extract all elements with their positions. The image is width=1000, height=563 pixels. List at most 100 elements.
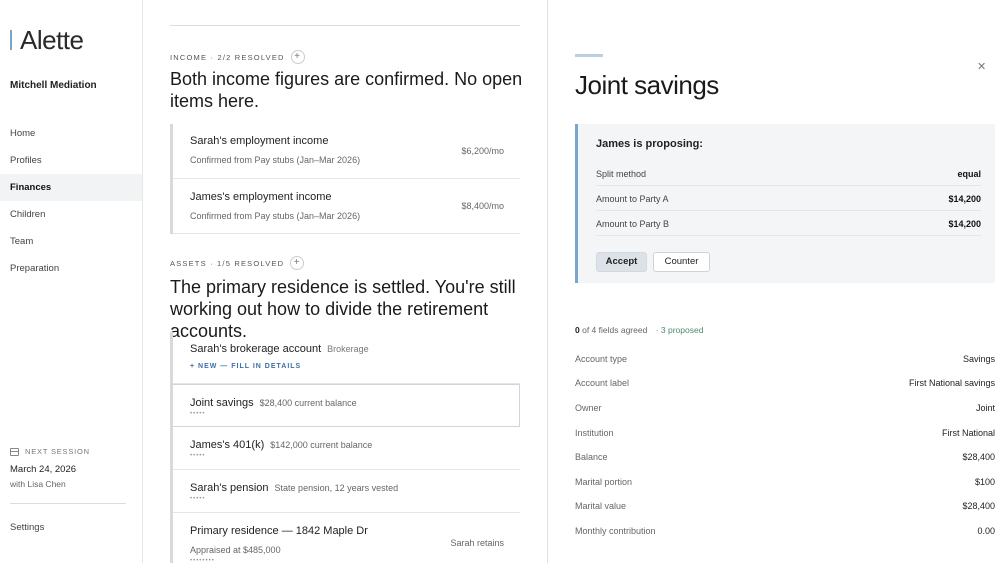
- sidebar-item-settings[interactable]: Settings: [10, 522, 44, 533]
- field-row[interactable]: Institution First National: [575, 423, 995, 447]
- assets-section-label: ASSETS · 1/5 RESOLVED +: [170, 256, 305, 270]
- assets-list: Sarah's brokerage account Brokerage + NEW…: [170, 332, 520, 563]
- field-row[interactable]: Marital portion $100: [575, 472, 995, 496]
- field-row[interactable]: Account type Savings: [575, 349, 995, 373]
- agreed-text: of 4 fields agreed: [582, 325, 648, 335]
- field-row[interactable]: Account label First National savings: [575, 373, 995, 397]
- item-title: Sarah's brokerage account Brokerage: [190, 343, 369, 355]
- item-subtitle: Confirmed from Pay stubs (Jan–Mar 2026): [190, 211, 361, 221]
- add-income-button[interactable]: +: [290, 50, 305, 64]
- item-title: Joint savings $28,400 current balance: [190, 397, 357, 409]
- field-value: $100: [974, 477, 995, 487]
- field-value: Savings: [962, 354, 995, 364]
- item-title: Sarah's employment income: [190, 135, 329, 147]
- progress-dots: ••••••••: [190, 558, 215, 563]
- item-status: Sarah retains: [450, 538, 504, 548]
- next-session: NEXT SESSION March 24, 2026 with Lisa Ch…: [10, 447, 126, 489]
- next-session-label: NEXT SESSION: [25, 447, 90, 456]
- proposal-field: Split method: [596, 169, 647, 179]
- divider: [170, 25, 520, 26]
- sidebar-item-profiles[interactable]: Profiles: [0, 147, 142, 174]
- item-title: James's 401(k) $142,000 current balance: [190, 439, 372, 451]
- field-row[interactable]: Owner Joint: [575, 398, 995, 422]
- income-headline: Both income figures are confirmed. No op…: [170, 69, 523, 111]
- proposal-value: $14,200: [948, 219, 981, 229]
- proposal-row: Amount to Party B $14,200: [596, 211, 981, 236]
- item-amount: $6,200/mo: [461, 146, 504, 156]
- item-title: Sarah's pension State pension, 12 years v…: [190, 482, 398, 494]
- logo-bar: [10, 30, 12, 50]
- agreement-status: 0 of 4 fields agreed · 3 proposed: [575, 325, 703, 335]
- field-row[interactable]: Monthly contribution 0.00: [575, 521, 995, 545]
- proposal-row: Split method equal: [596, 161, 981, 186]
- proposed-count: · 3 proposed: [655, 325, 704, 335]
- agreed-count: 0: [575, 325, 580, 335]
- sidebar-item-team[interactable]: Team: [0, 228, 142, 255]
- detail-panel: Joint savings ✕ James is proposing: Spli…: [547, 0, 1000, 563]
- proposal-heading: James is proposing:: [596, 138, 703, 150]
- proposal-field: Amount to Party B: [596, 219, 670, 229]
- accept-button[interactable]: Accept: [596, 252, 647, 272]
- list-item[interactable]: James's 401(k) $142,000 current balance •…: [173, 427, 520, 470]
- item-subtitle: Appraised at $485,000: [190, 545, 281, 555]
- app-logo[interactable]: Alette: [10, 24, 84, 55]
- sidebar: Alette Mitchell Mediation Home Profiles …: [0, 0, 143, 563]
- income-section-status: INCOME · 2/2 RESOLVED: [170, 52, 285, 62]
- field-value: 0.00: [977, 526, 995, 536]
- proposal-field: Amount to Party A: [596, 194, 669, 204]
- calendar-icon: [10, 447, 19, 456]
- income-section-label: INCOME · 2/2 RESOLVED +: [170, 50, 305, 64]
- item-title-text: Joint savings: [190, 397, 254, 409]
- list-item[interactable]: Sarah's brokerage account Brokerage + NEW…: [173, 332, 520, 384]
- next-session-date: March 24, 2026: [10, 464, 77, 475]
- list-item[interactable]: Primary residence — 1842 Maple Dr Apprai…: [173, 513, 520, 563]
- item-title-text: Sarah's pension: [190, 482, 269, 494]
- item-description: $28,400 current balance: [259, 398, 357, 408]
- field-label: Account label: [575, 378, 630, 388]
- item-description: State pension, 12 years vested: [274, 483, 399, 493]
- field-label: Monthly contribution: [575, 526, 656, 536]
- list-item[interactable]: James's employment income Confirmed from…: [173, 179, 520, 234]
- proposal-value: equal: [957, 169, 981, 179]
- proposal-row: Amount to Party A $14,200: [596, 186, 981, 211]
- field-value: $28,400: [962, 452, 995, 462]
- new-fill-in-details-link[interactable]: + NEW — FILL IN DETAILS: [190, 363, 301, 370]
- sidebar-item-home[interactable]: Home: [0, 120, 142, 147]
- sidebar-item-finances[interactable]: Finances: [0, 174, 142, 201]
- organization-name: Mitchell Mediation: [10, 80, 97, 91]
- list-item-selected[interactable]: Joint savings $28,400 current balance •••…: [173, 384, 520, 427]
- next-session-mediator: with Lisa Chen: [10, 479, 66, 489]
- item-title: Primary residence — 1842 Maple Dr: [190, 525, 368, 537]
- item-title: James's employment income: [190, 191, 332, 203]
- progress-dots: •••••: [190, 453, 206, 459]
- item-description: $142,000 current balance: [270, 440, 373, 450]
- next-session-header: NEXT SESSION: [10, 447, 126, 456]
- item-type-tag: Brokerage: [327, 344, 369, 354]
- add-asset-button[interactable]: +: [290, 256, 305, 270]
- field-value: $28,400: [962, 501, 995, 511]
- sidebar-item-children[interactable]: Children: [0, 201, 142, 228]
- assets-section-status: ASSETS · 1/5 RESOLVED: [170, 258, 285, 268]
- proposal-value: $14,200: [948, 194, 981, 204]
- progress-dots: •••••: [190, 411, 206, 417]
- item-title-text: James's 401(k): [190, 439, 265, 451]
- list-item[interactable]: Sarah's pension State pension, 12 years v…: [173, 470, 520, 513]
- list-item[interactable]: Sarah's employment income Confirmed from…: [173, 124, 520, 179]
- field-row[interactable]: Balance $28,400: [575, 447, 995, 471]
- field-value: First National: [941, 428, 995, 438]
- progress-dots: •••••: [190, 496, 206, 502]
- panel-title: Joint savings: [575, 70, 719, 100]
- field-label: Marital value: [575, 501, 627, 511]
- app-name: Alette: [20, 24, 84, 55]
- panel-accent-bar: [575, 54, 603, 57]
- item-subtitle: Confirmed from Pay stubs (Jan–Mar 2026): [190, 155, 361, 165]
- field-row[interactable]: Marital value $28,400: [575, 496, 995, 520]
- proposal-card: James is proposing: Split method equal A…: [575, 124, 995, 283]
- income-list: Sarah's employment income Confirmed from…: [170, 124, 520, 234]
- close-icon[interactable]: ✕: [977, 60, 986, 73]
- finances-main: INCOME · 2/2 RESOLVED + Both income figu…: [143, 0, 547, 563]
- field-value: Joint: [975, 403, 995, 413]
- counter-button[interactable]: Counter: [653, 252, 710, 272]
- sidebar-item-preparation[interactable]: Preparation: [0, 255, 142, 282]
- item-title-text: Sarah's brokerage account: [190, 343, 322, 355]
